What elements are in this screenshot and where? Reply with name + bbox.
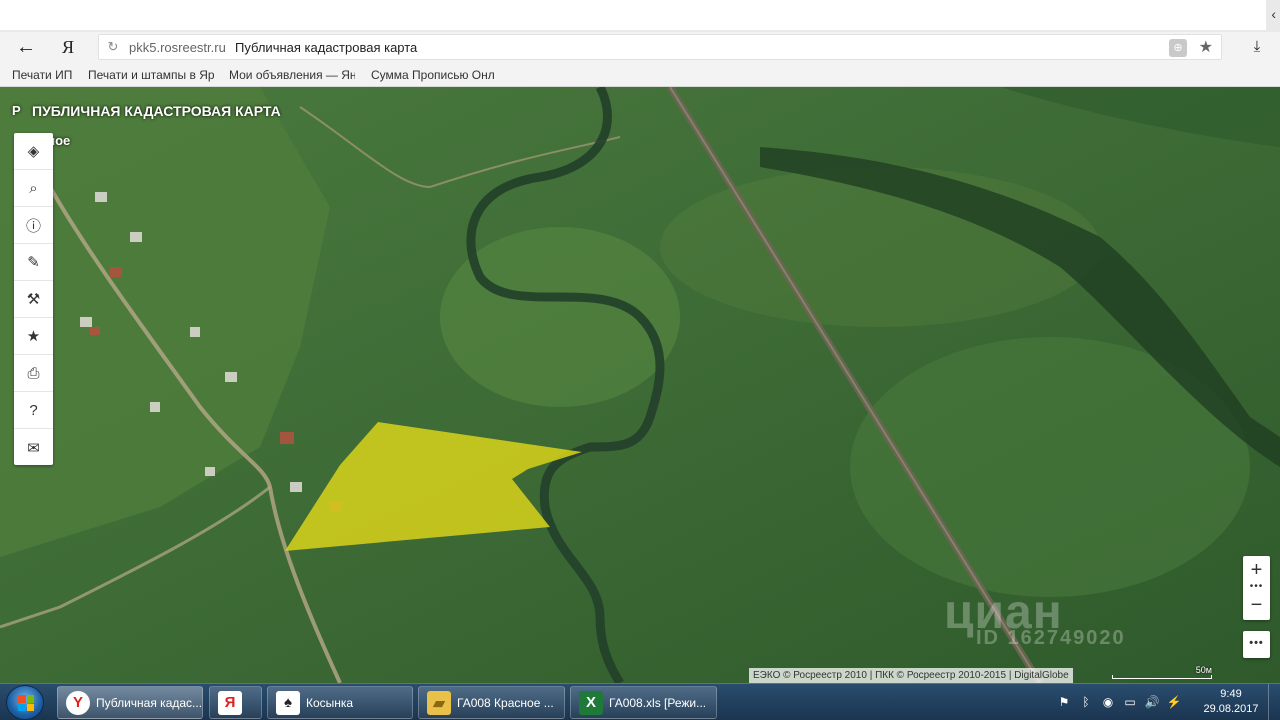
bookmark-star-icon[interactable]: ★ (1199, 37, 1213, 57)
app-tray-icon[interactable]: ◉ (1100, 694, 1116, 710)
taskbar-item-label: ГА008.xls [Режи... (609, 695, 707, 710)
bookmark-item[interactable]: Сумма Прописью Онл (371, 68, 497, 82)
print-icon[interactable]: ⎙ (14, 355, 53, 392)
bookmark-item[interactable]: Печати ИП (12, 68, 82, 82)
volume-icon[interactable]: 🔊 (1144, 694, 1160, 710)
taskbar-item-browser[interactable]: Y Публичная кадас... (57, 686, 203, 719)
mail-icon[interactable]: ✉ (14, 429, 53, 466)
address-row: ← Я ↻ pkk5.rosreestr.ru Публичная кадаст… (0, 32, 1280, 62)
bluetooth-icon[interactable]: ᛒ (1078, 694, 1094, 710)
reload-icon[interactable]: ↻ (105, 39, 121, 55)
taskbar-item-label: Косынка (306, 695, 354, 710)
layers-icon[interactable]: ◈ (14, 133, 53, 170)
map-canvas[interactable]: P ПУБЛИЧНАЯ КАДАСТРОВАЯ КАРТА сное ◈ ⌕ ⓘ… (0, 87, 1280, 683)
help-icon[interactable]: ? (14, 392, 53, 429)
map-title-text: ПУБЛИЧНАЯ КАДАСТРОВАЯ КАРТА (32, 103, 281, 119)
yandex-icon: Я (218, 690, 242, 715)
search-icon[interactable]: ⌕ (14, 170, 53, 207)
browser-tab[interactable] (0, 0, 1266, 30)
map-attribution: ЕЭКО © Росреестр 2010 | ПКК © Росреестр … (749, 668, 1073, 683)
scale-bar-line (1112, 675, 1212, 679)
yandex-logo-icon[interactable]: Я (62, 35, 82, 59)
show-desktop-button[interactable] (1268, 684, 1280, 720)
excel-icon: X (579, 690, 603, 715)
download-icon[interactable]: ⤓ (1246, 36, 1268, 58)
clock-time[interactable]: 9:49 (1206, 688, 1256, 700)
cards-icon: ♠ (276, 690, 300, 715)
bookmarks-bar: Печати ИП Печати и штампы в Яр Мои объяв… (0, 62, 1280, 87)
scale-label: 50м (1195, 665, 1212, 675)
system-tray: ⚑ ᛒ ◉ ▭ 🔊 ⚡ (1056, 691, 1182, 713)
windows-taskbar: Y Публичная кадас... Я ♠ Косынка ▰ ГА008… (0, 683, 1280, 720)
address-domain[interactable]: pkk5.rosreestr.ru (129, 40, 226, 55)
bookmark-item[interactable]: Печати и штампы в Яр (88, 68, 214, 82)
info-icon[interactable]: ⓘ (14, 207, 53, 244)
windows-logo-icon (18, 695, 34, 711)
taskbar-item-solitaire[interactable]: ♠ Косынка (267, 686, 413, 719)
taskbar-item-label: ГА008 Красное ... (457, 695, 554, 710)
bookmark-item[interactable]: Мои объявления — Ян (229, 68, 355, 82)
protect-icon[interactable]: ⊕ (1169, 39, 1187, 57)
address-bar[interactable]: ↻ pkk5.rosreestr.ru Публичная кадастрова… (98, 34, 1222, 60)
browser-tab-strip: ‹ (0, 0, 1280, 32)
more-options-button[interactable]: ••• (1243, 631, 1270, 658)
rosreestr-logo-icon: P (12, 103, 21, 118)
back-arrow-icon[interactable]: ← (14, 35, 38, 59)
start-button[interactable] (6, 685, 44, 720)
address-page-title[interactable]: Публичная кадастровая карта (235, 40, 417, 55)
pencil-icon[interactable]: ✎ (14, 244, 53, 281)
zoom-in-button[interactable]: + (1243, 556, 1270, 584)
satellite-imagery (0, 87, 1280, 683)
scale-bar: 50м (1112, 665, 1212, 681)
tabs-scroll-icon[interactable]: ‹ (1271, 6, 1276, 22)
map-toolbar: ◈ ⌕ ⓘ ✎ ⚒ ★ ⎙ ? ✉ (14, 133, 53, 465)
star-icon[interactable]: ★ (14, 318, 53, 355)
yandex-browser-icon: Y (66, 690, 90, 715)
zoom-out-button[interactable]: − (1243, 592, 1270, 620)
zoom-control: + ••• − (1243, 556, 1270, 620)
watermark-id: ID 162749020 (976, 627, 1126, 649)
map-title[interactable]: P ПУБЛИЧНАЯ КАДАСТРОВАЯ КАРТА (12, 103, 281, 119)
ruler-icon[interactable]: ⚒ (14, 281, 53, 318)
folder-icon: ▰ (427, 690, 451, 715)
taskbar-item-yandex[interactable]: Я (209, 686, 262, 719)
taskbar-item-excel[interactable]: X ГА008.xls [Режи... (570, 686, 717, 719)
taskbar-item-label: Публичная кадас... (96, 695, 203, 710)
network-flag-icon[interactable]: ⚑ (1056, 694, 1072, 710)
power-icon[interactable]: ⚡ (1166, 694, 1182, 710)
display-icon[interactable]: ▭ (1122, 694, 1138, 710)
clock-date[interactable]: 29.08.2017 (1200, 703, 1262, 715)
taskbar-item-folder[interactable]: ▰ ГА008 Красное ... (418, 686, 565, 719)
